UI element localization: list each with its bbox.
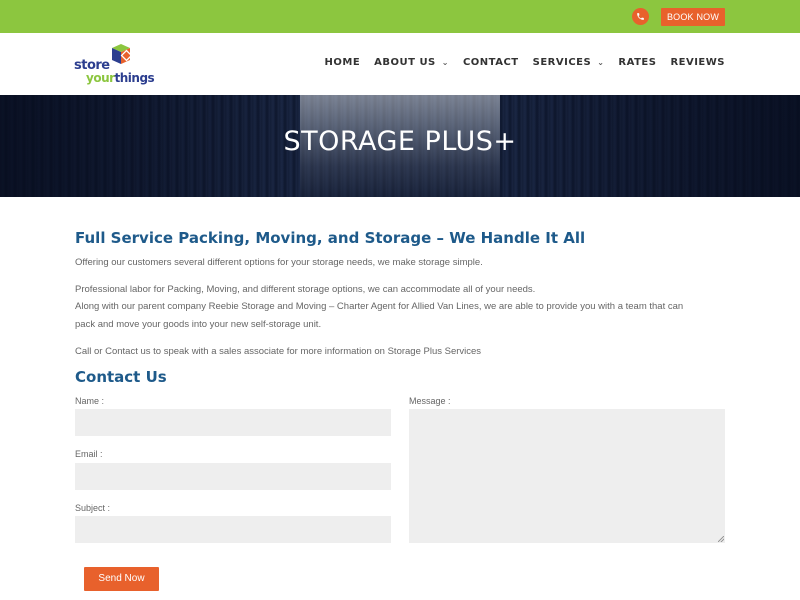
site-header: store yourthings HOME ABOUT US ⌄ CONTACT … [0,33,800,95]
nav-about-us[interactable]: ABOUT US ⌄ [374,57,449,68]
services-paragraph-line2: Along with our parent company Reebie Sto… [75,301,684,312]
chevron-down-icon: ⌄ [441,58,449,67]
message-textarea[interactable] [409,409,725,543]
nav-services[interactable]: SERVICES ⌄ [533,57,605,68]
book-now-button[interactable]: BOOK NOW [661,8,725,26]
nav-rates[interactable]: RATES [618,57,656,68]
phone-icon[interactable] [632,8,649,25]
nav-contact[interactable]: CONTACT [463,57,519,68]
services-paragraph-line3: pack and move your goods into your new s… [75,319,322,330]
nav-home[interactable]: HOME [325,57,361,68]
hero-banner: STORAGE PLUS+ [0,95,800,197]
page-title: STORAGE PLUS+ [283,126,517,157]
logo-word-yourthings: yourthings [86,71,155,85]
box-logo-icon [112,44,133,64]
top-bar: BOOK NOW [0,0,800,33]
contact-heading: Contact Us [75,368,167,386]
name-field[interactable] [75,409,391,436]
email-label: Email : [75,449,103,459]
message-label: Message : [409,396,451,406]
services-paragraph-line1: Professional labor for Packing, Moving, … [75,284,536,295]
cta-paragraph: Call or Contact us to speak with a sales… [75,346,482,357]
subject-label: Subject : [75,503,111,513]
section-heading: Full Service Packing, Moving, and Storag… [75,229,586,247]
subject-field[interactable] [75,516,391,543]
nav-reviews[interactable]: REVIEWS [670,57,725,68]
chevron-down-icon: ⌄ [597,58,605,67]
name-label: Name : [75,396,105,406]
send-now-button[interactable]: Send Now [84,567,159,591]
site-logo[interactable]: store yourthings [74,42,169,88]
resize-handle-icon[interactable] [718,536,724,542]
main-nav: HOME ABOUT US ⌄ CONTACT SERVICES ⌄ RATES R… [311,57,726,68]
intro-paragraph: Offering our customers several different… [75,257,483,268]
email-field[interactable] [75,463,391,490]
